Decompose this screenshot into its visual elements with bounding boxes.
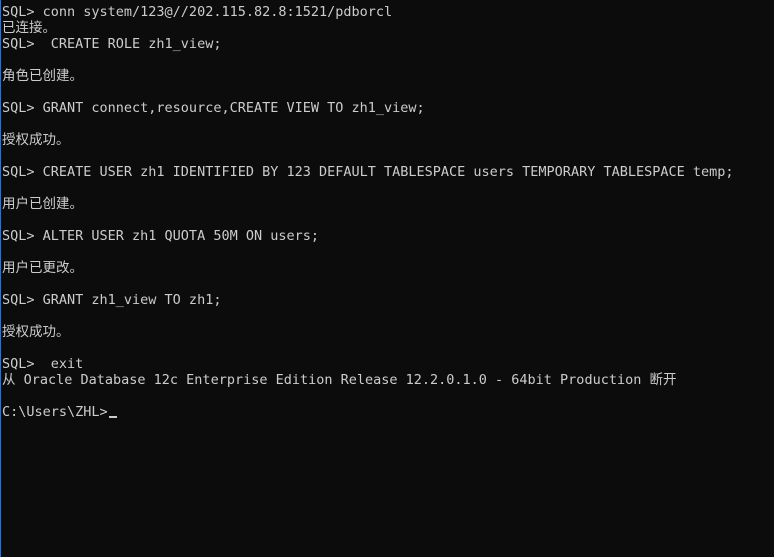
console-line: SQL> GRANT zh1_view TO zh1; (2, 292, 222, 308)
console-line: SQL> CREATE USER zh1 IDENTIFIED BY 123 D… (2, 164, 734, 180)
terminal-window[interactable]: SQL> conn system/123@//202.115.82.8:1521… (0, 0, 774, 557)
prompt-text: C:\Users\ZHL> (2, 404, 108, 420)
console-line: SQL> exit (2, 356, 84, 372)
console-line: 已连接。 (2, 20, 56, 36)
text-cursor (108, 416, 117, 418)
console-line: 授权成功。 (2, 132, 70, 148)
console-line: 角色已创建。 (2, 68, 83, 84)
console-line: 用户已创建。 (2, 196, 83, 212)
console-line: SQL> conn system/123@//202.115.82.8:1521… (2, 4, 393, 20)
console-line: 用户已更改。 (2, 260, 83, 276)
prompt-line[interactable]: C:\Users\ZHL> (2, 404, 774, 420)
console-line: SQL> ALTER USER zh1 QUOTA 50M ON users; (2, 228, 319, 244)
console-output[interactable]: SQL> conn system/123@//202.115.82.8:1521… (1, 4, 774, 557)
console-line: 授权成功。 (2, 324, 70, 340)
console-line: SQL> CREATE ROLE zh1_view; (2, 36, 222, 52)
console-line: SQL> GRANT connect,resource,CREATE VIEW … (2, 100, 425, 116)
console-line: 从 Oracle Database 12c Enterprise Edition… (2, 372, 677, 388)
